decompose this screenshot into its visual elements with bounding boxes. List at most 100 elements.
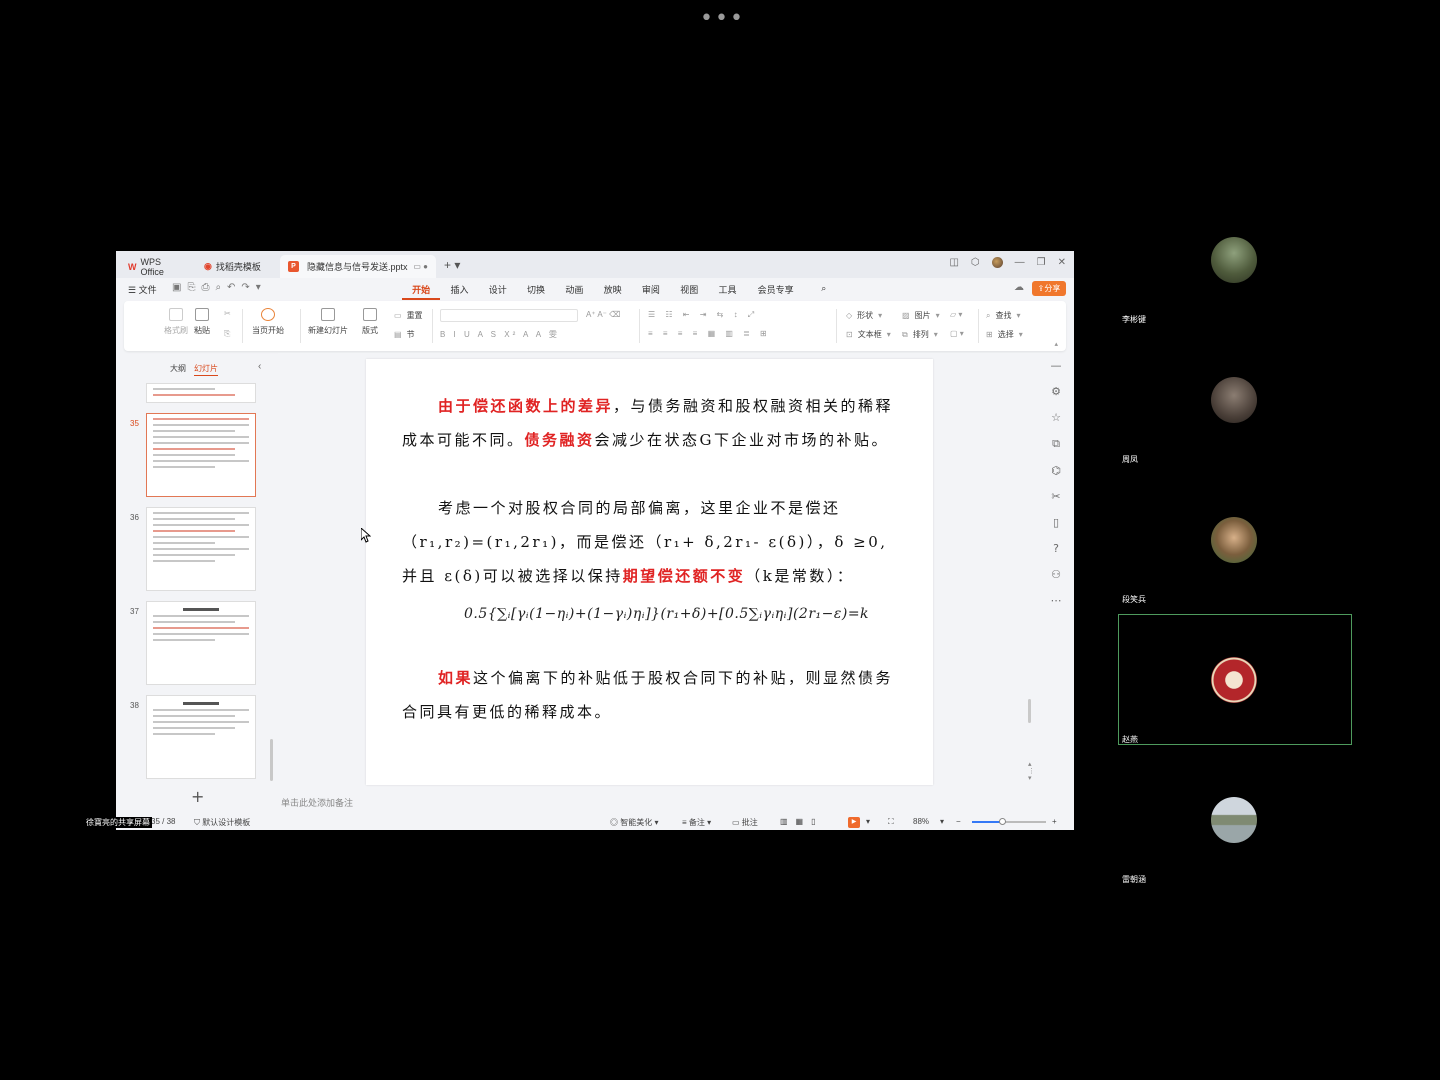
meeting-more-menu[interactable]: •••	[700, 6, 745, 31]
format-painter-button[interactable]: 格式刷	[164, 308, 188, 336]
quick-access-icons[interactable]: ▣⎘⎙⌕↶↷▾	[172, 282, 267, 293]
slide-thumbnail-37[interactable]	[146, 601, 256, 685]
tab-design[interactable]: 设计	[479, 283, 517, 300]
select-button[interactable]: ⊞ 选择 ▾	[986, 329, 1023, 340]
tab-view[interactable]: 视图	[670, 283, 708, 300]
cloud-sync-icon[interactable]: ☁	[1014, 282, 1024, 293]
play-from-current-button[interactable]: 当页开始	[252, 308, 284, 336]
smart-icon[interactable]: ⌬	[1051, 464, 1061, 477]
tab-outline[interactable]: 大纲	[170, 363, 186, 374]
new-slide-button[interactable]: 新建幻灯片	[308, 308, 348, 336]
layout-icon[interactable]: ◫	[949, 257, 958, 268]
zoom-level[interactable]: 88%	[913, 817, 929, 826]
list-buttons[interactable]: ☰ ☷ ⇤ ⇥ ⇆ ↕ ⤢	[648, 310, 758, 320]
comments-button[interactable]: ▭ 批注	[732, 817, 758, 828]
cube-icon[interactable]: ⬡	[971, 257, 980, 268]
slide-thumbnail-35[interactable]	[146, 413, 256, 497]
tab-animation[interactable]: 动画	[555, 283, 593, 300]
notes-button[interactable]: ≡ 备注 ▾	[682, 817, 711, 828]
restore-icon[interactable]: ❐	[1037, 257, 1046, 268]
view-mode-icons[interactable]: ▥▦▯	[780, 817, 824, 826]
docer-logo-icon: ◉	[204, 261, 212, 271]
ribbon-collapse-icon[interactable]: ▴	[1054, 340, 1058, 348]
tab-insert[interactable]: 插入	[440, 283, 478, 300]
participant-avatar[interactable]	[1211, 377, 1257, 423]
current-slide[interactable]: 由于偿还函数上的差异，与债务融资和股权融资相关的稀释成本可能不同。债务融资会减少…	[366, 359, 933, 785]
align-buttons[interactable]: ≡ ≡ ≡ ≡ ▦ ▥ ≣ ⊞	[648, 329, 771, 338]
zoom-in-icon[interactable]: +	[1052, 817, 1057, 826]
notes-placeholder[interactable]: 单击此处添加备注	[281, 796, 353, 809]
add-slide-plus-icon[interactable]: +	[191, 787, 204, 806]
book-icon[interactable]: ▯	[1053, 516, 1059, 529]
slide-thumbnail-38[interactable]	[146, 695, 256, 779]
minimize-icon[interactable]: —	[1015, 257, 1025, 268]
tab-review[interactable]: 审阅	[632, 283, 670, 300]
tab-close-icon[interactable]: ▭ ●	[413, 262, 428, 271]
zoom-dropdown-icon[interactable]: ▾	[940, 817, 944, 826]
slide-number: 38	[130, 701, 139, 710]
tab-wps-office[interactable]: W WPS Office	[120, 255, 192, 278]
arrange-button[interactable]: ⧉ 排列 ▾	[902, 329, 938, 340]
smart-beautify-button[interactable]: ◎ 智能美化 ▾	[610, 817, 658, 828]
star-icon[interactable]: ☆	[1051, 411, 1061, 424]
shape-button[interactable]: ◇ 形状 ▾	[846, 310, 882, 321]
font-size-controls[interactable]: A⁺ A⁻ ⌫	[586, 310, 620, 319]
textbox-button[interactable]: ⊡ 文本框 ▾	[846, 329, 891, 340]
reset-button[interactable]: ▭ 重置	[394, 310, 423, 321]
participant-avatar[interactable]	[1211, 517, 1257, 563]
fit-window-icon[interactable]: ⛶	[888, 817, 894, 827]
zoom-slider[interactable]	[972, 818, 1046, 825]
participant-avatar[interactable]	[1211, 237, 1257, 283]
cut-icon[interactable]: ✂	[224, 309, 231, 318]
new-tab-plus-icon[interactable]: + ▾	[444, 258, 460, 272]
tab-member[interactable]: 会员专享	[747, 283, 805, 300]
participant-avatar[interactable]	[1211, 657, 1257, 703]
highlight-text: 如果	[438, 669, 474, 687]
zoom-slider-knob[interactable]	[998, 818, 1006, 825]
thumbnail-scrollbar[interactable]	[270, 739, 273, 781]
fill-color-button[interactable]: ▱ ▾	[950, 310, 962, 319]
scroll-arrows-icon[interactable]: ▴ ⋮ ▾	[1028, 761, 1035, 782]
help-icon[interactable]: ?	[1053, 542, 1059, 555]
layout-button[interactable]: 版式	[362, 308, 378, 336]
find-icon: ⌕	[986, 310, 991, 320]
slide-thumbnail-36[interactable]	[146, 507, 256, 591]
tab-find-templates[interactable]: ◉ 找稻壳模板	[196, 255, 276, 278]
section-button[interactable]: ▤ 节	[394, 329, 415, 340]
close-icon[interactable]: ✕	[1058, 257, 1066, 268]
tab-slideshow[interactable]: 放映	[593, 283, 631, 300]
tab-document[interactable]: P 隐藏信息与信号发送.pptx ▭ ●	[280, 255, 436, 278]
play-icon	[261, 308, 275, 321]
slideshow-play-button[interactable]: ▶	[848, 817, 860, 828]
font-style-buttons[interactable]: B I U A S X² A A 雯	[440, 329, 560, 340]
file-menu[interactable]: ☰ 文件	[128, 283, 157, 296]
tab-slides[interactable]: 幻灯片	[194, 363, 218, 376]
tab-home[interactable]: 开始	[402, 283, 441, 300]
collapse-panel-icon[interactable]: ‹	[258, 361, 261, 372]
settings-sliders-icon[interactable]: ⚙	[1051, 385, 1061, 398]
slide-scrollbar[interactable]	[1028, 699, 1031, 723]
collapse-sidebar-icon[interactable]: —	[1051, 359, 1062, 372]
copy-icon[interactable]: ⎘	[224, 329, 230, 339]
arrange-icon: ⧉	[902, 329, 908, 339]
share-button[interactable]: ⇪ 分享	[1032, 281, 1066, 296]
tools-icon[interactable]: ✂	[1051, 490, 1060, 503]
participant-avatar[interactable]	[1211, 797, 1257, 843]
user-avatar[interactable]	[991, 257, 1003, 268]
play-options-icon[interactable]: ▾	[866, 817, 870, 826]
picture-button[interactable]: ▨ 图片 ▾	[902, 310, 940, 321]
paste-button[interactable]: 粘贴	[194, 308, 210, 336]
tab-label: 找稻壳模板	[215, 262, 261, 272]
tab-tools[interactable]: 工具	[708, 283, 746, 300]
robot-icon[interactable]: ⚇	[1051, 568, 1061, 581]
font-name-select[interactable]	[440, 309, 578, 322]
zoom-out-icon[interactable]: −	[956, 817, 961, 826]
slide-thumbnail-34[interactable]	[146, 383, 256, 403]
find-button[interactable]: ⌕ 查找 ▾	[986, 310, 1021, 321]
tab-transition[interactable]: 切换	[517, 283, 555, 300]
search-icon[interactable]: ⌕	[805, 283, 843, 300]
copy-icon[interactable]: ⧉	[1052, 437, 1060, 451]
more-icon[interactable]: ⋯	[1051, 594, 1062, 607]
template-button[interactable]: ⛉ 默认设计模板	[194, 817, 250, 828]
outline-color-button[interactable]: ▢ ▾	[950, 329, 964, 338]
